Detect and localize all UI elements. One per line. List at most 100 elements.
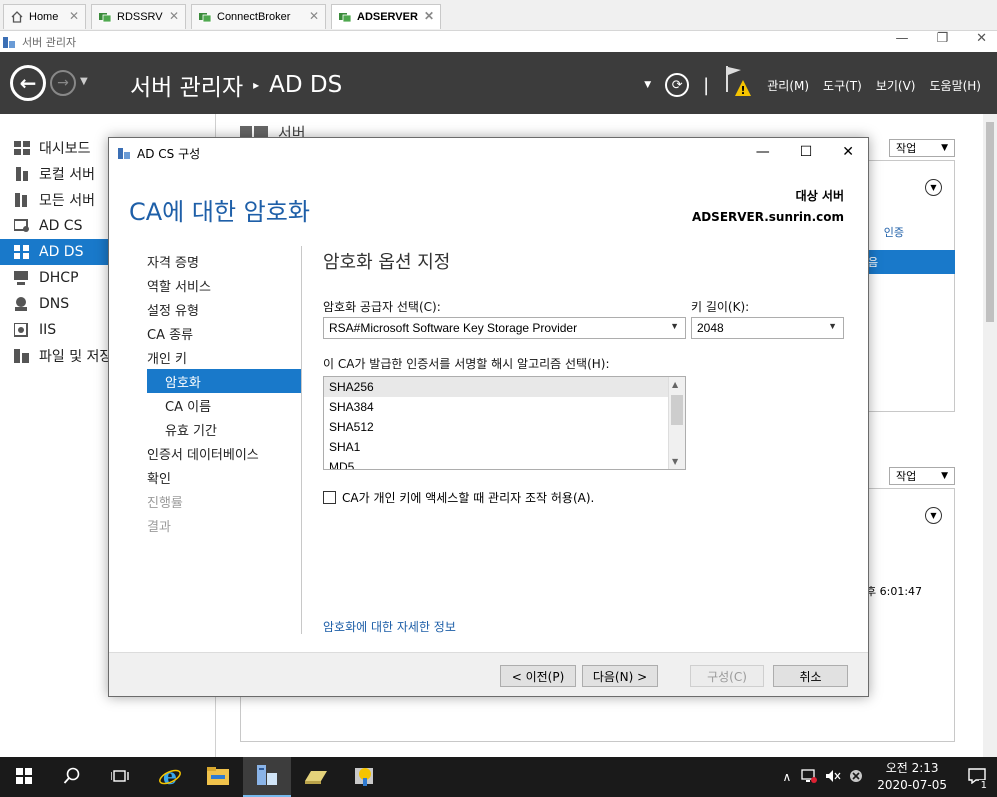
task-view-button[interactable] [96, 757, 144, 797]
sidebar-item-label: 모든 서버 [39, 193, 95, 209]
list-item[interactable]: MD5 [324, 457, 685, 469]
host-tab-connectbroker[interactable]: ConnectBroker ✕ [191, 4, 326, 29]
host-tab-rdssrv[interactable]: RDSSRV ✕ [91, 4, 186, 29]
close-icon[interactable]: ✕ [976, 31, 987, 46]
minimize-icon[interactable]: — [756, 144, 770, 160]
checkbox-label: CA가 개인 키에 액세스할 때 관리자 조작 허용(A). [342, 491, 595, 505]
scrollbar-thumb[interactable] [986, 122, 994, 322]
windows-icon [16, 767, 32, 787]
volume-muted-icon[interactable] [825, 769, 841, 786]
expand-icon[interactable]: ▼ [925, 179, 942, 196]
taskbar: e ∧ 오전 2:13 2020-07-05 1 [0, 757, 997, 797]
chevron-up-icon[interactable]: ▲ [672, 380, 678, 389]
row-text: 음 [868, 256, 879, 269]
step-cryptography[interactable]: 암호화 [147, 369, 301, 393]
cancel-button[interactable]: 취소 [773, 665, 848, 687]
breadcrumb-root[interactable]: 서버 관리자 [130, 68, 243, 102]
menu-manage[interactable]: 관리(M) [767, 77, 809, 94]
step-setup-type[interactable]: 설정 유형 [147, 297, 301, 321]
step-certificate-database[interactable]: 인증서 데이터베이스 [147, 441, 301, 465]
forward-button[interactable]: → [50, 70, 76, 96]
admin-interaction-option[interactable]: CA가 개인 키에 액세스할 때 관리자 조작 허용(A). [323, 489, 594, 506]
target-server-label: 대상 서버 [795, 189, 844, 203]
back-button[interactable]: ← [10, 65, 46, 101]
close-icon[interactable]: ✕ [309, 9, 319, 23]
admin-interaction-checkbox[interactable] [323, 491, 336, 504]
key-length-label: 키 길이(K): [691, 300, 750, 314]
main-scrollbar[interactable] [983, 114, 997, 757]
chevron-down-icon: ▼ [828, 321, 837, 331]
clock-date: 2020-07-05 [877, 778, 947, 792]
network-icon[interactable] [801, 768, 818, 786]
taskbar-file-explorer[interactable] [194, 757, 242, 797]
internet-explorer-icon: e [158, 764, 182, 791]
host-tab-adserver[interactable]: ADSERVER ✕ [331, 4, 441, 29]
chevron-up-icon[interactable]: ∧ [782, 770, 791, 784]
search-button[interactable] [48, 757, 96, 797]
dialog-title-bar: AD CS 구성 — ☐ ✕ [109, 138, 868, 168]
taskbar-server-manager[interactable] [243, 757, 291, 797]
step-credentials[interactable]: 자격 증명 [147, 249, 301, 273]
list-item[interactable]: SHA256 [324, 377, 685, 397]
menu-help[interactable]: 도움말(H) [929, 77, 981, 94]
window-title-bar: 서버 관리자 — ❐ ✕ [0, 31, 997, 52]
more-info-link[interactable]: 암호화에 대한 자세한 정보 [323, 618, 456, 635]
key-length-select[interactable]: 2048 ▼ [691, 317, 844, 339]
host-tab-label: ConnectBroker [217, 11, 291, 23]
action-center-button[interactable]: 1 [957, 757, 997, 797]
certificate-authority-icon [353, 764, 377, 791]
dashboard-icon [14, 141, 30, 155]
list-item[interactable]: SHA512 [324, 417, 685, 437]
dialog-title: AD CS 구성 [137, 146, 201, 161]
history-dropdown-icon[interactable]: ▼ [80, 76, 88, 87]
provider-select[interactable]: RSA#Microsoft Software Key Storage Provi… [323, 317, 686, 339]
cryptography-pane: 암호화 옵션 지정 암호화 공급자 선택(C): RSA#Microsoft S… [323, 246, 853, 636]
expand-icon[interactable]: ▼ [925, 507, 942, 524]
host-tab-home[interactable]: Home ✕ [3, 4, 86, 29]
notifications-flag-icon[interactable]: ! [723, 64, 753, 98]
step-private-key[interactable]: 개인 키 [147, 345, 301, 369]
step-confirmation[interactable]: 확인 [147, 465, 301, 489]
close-icon[interactable]: ✕ [424, 9, 434, 23]
drive-icon [303, 767, 329, 788]
certificate-icon [13, 219, 30, 233]
tasks-dropdown-top[interactable]: 작업 ▼ [889, 139, 955, 157]
menu-tools[interactable]: 도구(T) [823, 77, 862, 94]
refresh-icon[interactable]: ⟳ [665, 73, 690, 97]
taskbar-app-generic[interactable] [292, 757, 340, 797]
start-button[interactable] [0, 757, 48, 797]
clock[interactable]: 오전 2:13 2020-07-05 [877, 760, 947, 794]
step-ca-type[interactable]: CA 종류 [147, 321, 301, 345]
step-progress: 진행률 [147, 495, 183, 511]
maximize-icon[interactable]: ☐ [800, 144, 813, 160]
step-ca-name[interactable]: CA 이름 [147, 393, 301, 417]
taskbar-app-certificate[interactable] [341, 757, 389, 797]
notification-count: 1 [978, 780, 989, 791]
selected-row-fragment[interactable]: 음 [866, 250, 955, 274]
step-validity-period[interactable]: 유효 기간 [147, 417, 301, 441]
sidebar-item-label: AD CS [39, 218, 83, 234]
hash-algorithm-list[interactable]: SHA256 SHA384 SHA512 SHA1 MD5 ▲ ▼ [323, 376, 686, 470]
list-item[interactable]: SHA1 [324, 437, 685, 457]
host-tab-label: ADSERVER [357, 11, 418, 23]
close-icon[interactable]: ✕ [169, 9, 179, 23]
system-tray: ∧ 오전 2:13 2020-07-05 1 [776, 757, 997, 797]
tasks-label: 작업 [896, 470, 917, 483]
previous-button[interactable]: < 이전(P) [500, 665, 576, 687]
tasks-dropdown-bottom[interactable]: 작업 ▼ [889, 467, 955, 485]
taskbar-internet-explorer[interactable]: e [146, 757, 194, 797]
close-icon[interactable]: ✕ [842, 144, 854, 160]
minimize-icon[interactable]: — [895, 31, 908, 46]
scrollbar-thumb[interactable] [671, 395, 683, 425]
list-scrollbar[interactable]: ▲ ▼ [668, 377, 685, 469]
chevron-down-icon[interactable]: ▼ [672, 457, 678, 466]
menu-view[interactable]: 보기(V) [876, 77, 916, 94]
list-item[interactable]: SHA384 [324, 397, 685, 417]
step-role-services[interactable]: 역할 서비스 [147, 273, 301, 297]
close-icon[interactable]: ✕ [69, 9, 79, 23]
restore-icon[interactable]: ❐ [936, 31, 948, 46]
error-status-icon[interactable] [849, 769, 863, 786]
dropdown-icon[interactable]: ▼ [644, 80, 651, 90]
dropdown-arrow-icon: ▼ [941, 471, 948, 481]
next-button[interactable]: 다음(N) > [582, 665, 658, 687]
